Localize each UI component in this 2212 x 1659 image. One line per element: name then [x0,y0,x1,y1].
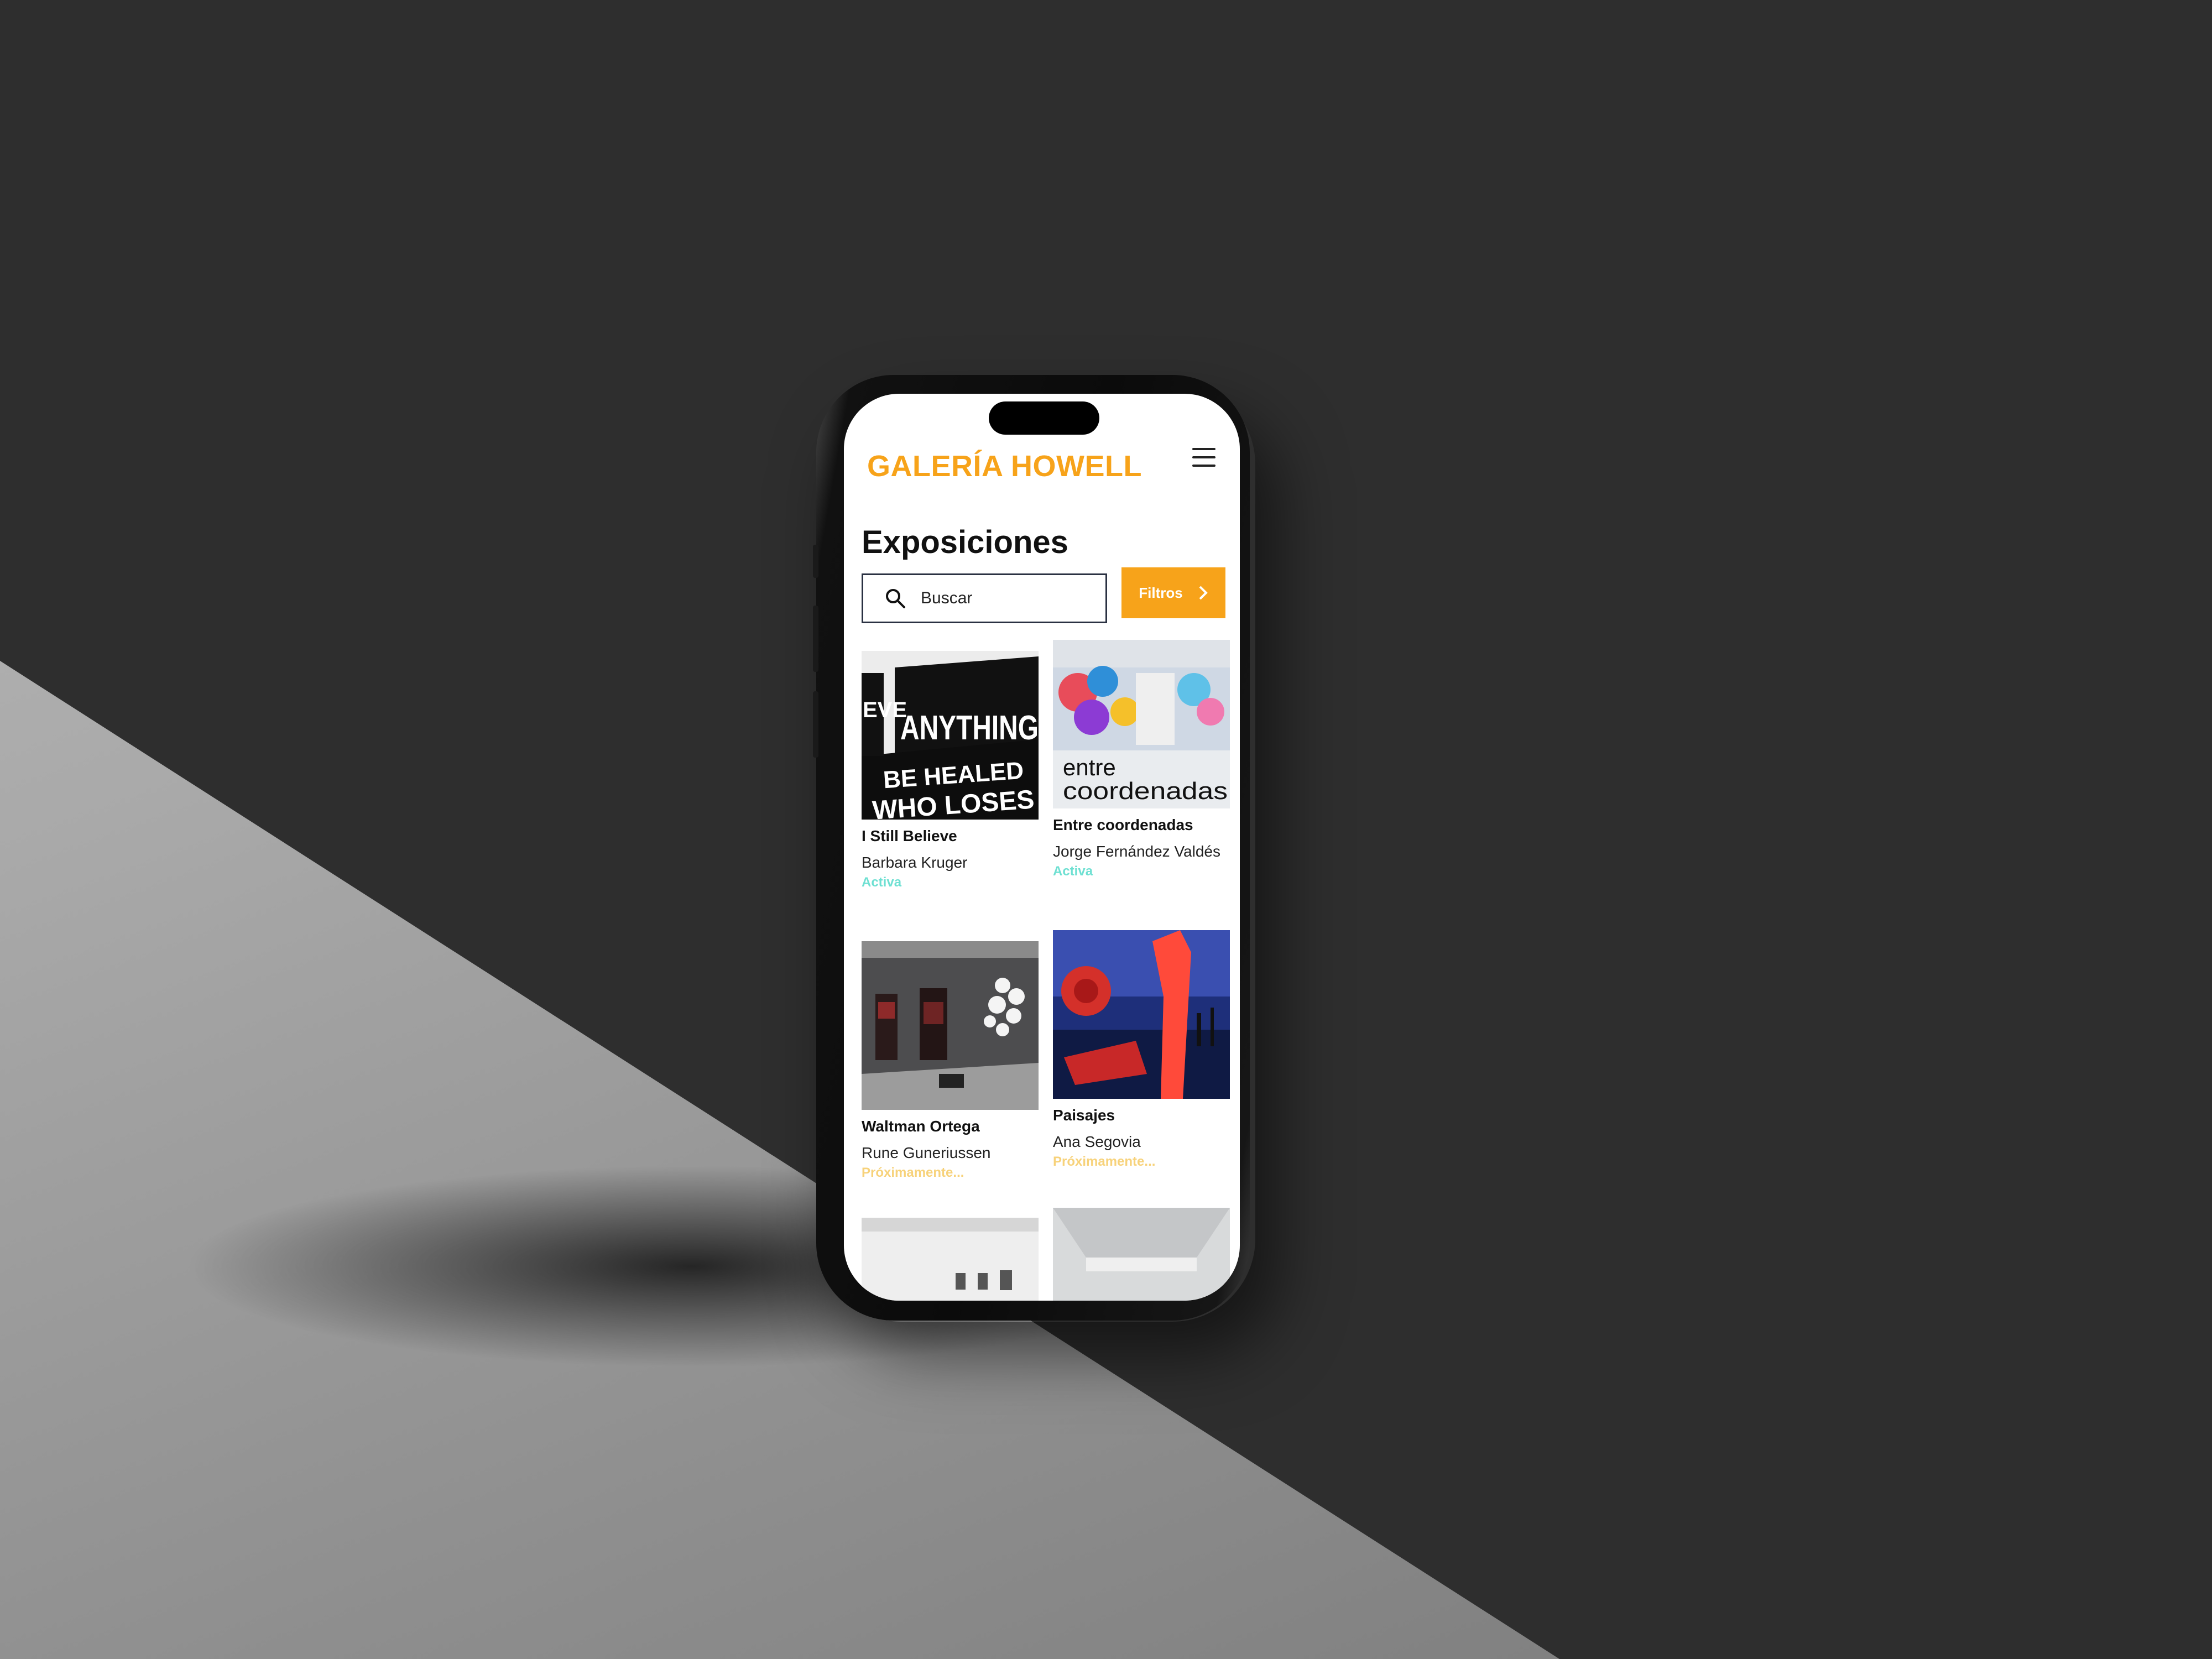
phone-screen: GALERÍA HOWELL Exposiciones Buscar Filtr… [844,394,1240,1301]
exhibition-image-partial-left [862,1218,1039,1301]
exhibition-card-partial-left[interactable] [862,1218,1039,1301]
exhibition-image-paisajes [1053,930,1230,1099]
exhibition-artist: Jorge Fernández Valdés [1053,843,1220,860]
exhibition-image-kruger: EVE ANYTHING BE HEALED WHO LOSES [862,651,1039,820]
volume-down-button [813,691,818,758]
exhibition-artist: Ana Segovia [1053,1133,1141,1150]
filters-label: Filtros [1139,584,1183,601]
exhibition-artist: Barbara Kruger [862,854,968,871]
chevron-right-icon [1199,586,1208,600]
kruger-word-1: ANYTHING [900,709,1039,747]
exhibition-artist: Rune Guneriussen [862,1144,991,1161]
dynamic-island [989,401,1099,435]
search-input[interactable]: Buscar [862,573,1107,623]
exhibition-card-waltman-ortega[interactable]: Waltman Ortega Rune Guneriussen Próximam… [862,941,1039,1181]
exhibition-title: Entre coordenadas [1053,816,1193,833]
exhibition-status: Activa [862,875,902,890]
search-placeholder: Buscar [921,589,973,607]
volume-up-button [813,606,818,672]
coordenadas-word-2: coordenadas [1063,778,1228,805]
exhibition-card-paisajes[interactable]: Paisajes Ana Segovia Próximamente... [1053,930,1230,1170]
exhibition-image-coordenadas: entre coordenadas [1053,640,1230,808]
exhibition-title: Waltman Ortega [862,1118,980,1135]
page-title: Exposiciones [862,524,1068,560]
exhibition-image-ortega [862,941,1039,1110]
filters-button[interactable]: Filtros [1121,567,1225,618]
exhibition-status: Próximamente... [862,1165,964,1181]
exhibition-title: I Still Believe [862,827,957,844]
exhibition-title: Paisajes [1053,1107,1115,1124]
action-button [813,545,818,578]
search-icon [886,589,905,608]
exhibition-status: Activa [1053,864,1093,879]
exhibition-status: Próximamente... [1053,1154,1156,1170]
brand-logo[interactable]: GALERÍA HOWELL [867,449,1142,483]
coordenadas-word-1: entre [1063,754,1116,780]
hamburger-menu-icon[interactable] [1192,448,1215,469]
exhibition-card-partial-right[interactable] [1053,1208,1230,1301]
exhibition-image-partial-right [1053,1208,1230,1301]
exhibition-card-entre-coordenadas[interactable]: entre coordenadas Entre coordenadas Jorg… [1053,640,1230,879]
exhibition-card-i-still-believe[interactable]: EVE ANYTHING BE HEALED WHO LOSES I Still… [862,651,1039,890]
